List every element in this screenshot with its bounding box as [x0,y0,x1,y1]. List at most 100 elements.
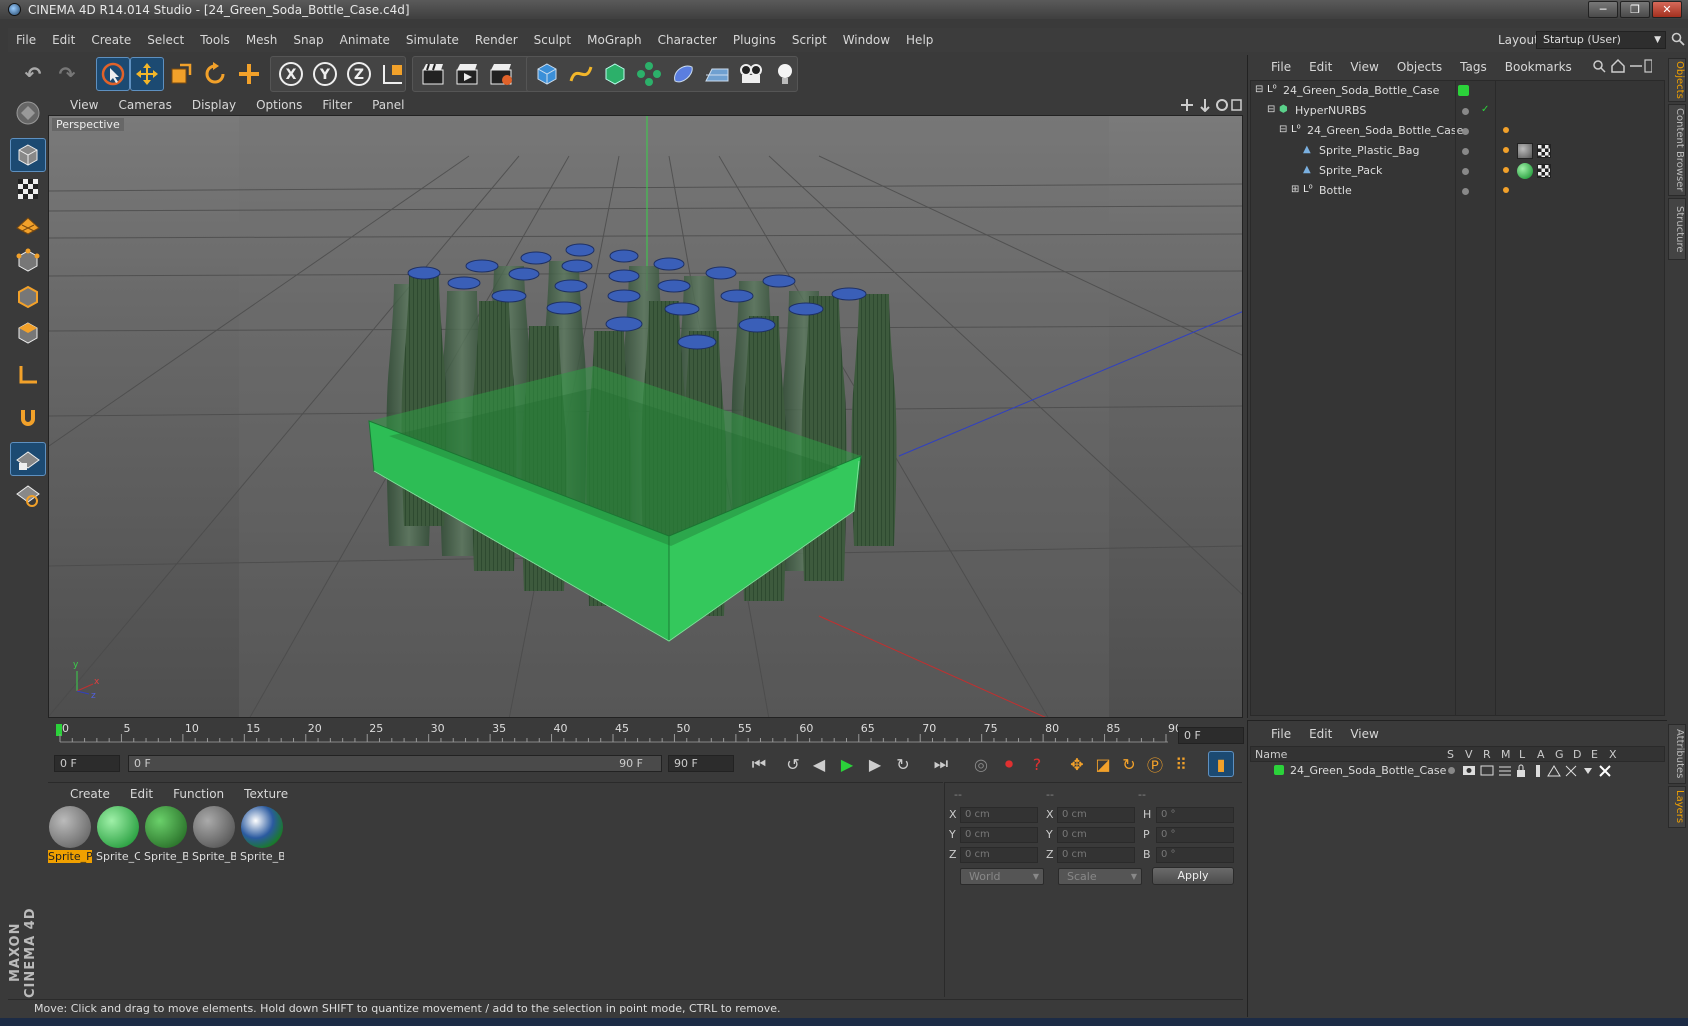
visibility-dot[interactable] [1462,148,1469,155]
position-y-field[interactable]: 0 cm [960,827,1038,843]
next-key-button[interactable]: ↻ [890,751,916,777]
menu-character[interactable]: Character [650,33,725,47]
layer-row[interactable]: 24_Green_Soda_Bottle_Case [1250,762,1665,780]
layer-col-solo[interactable]: S [1447,748,1454,761]
go-to-start-button[interactable]: ⏮ [746,751,772,777]
enabled-check-icon[interactable]: ✓ [1481,104,1489,115]
menu-create[interactable]: Create [83,33,139,47]
tab-content-browser[interactable]: Content Browser [1668,104,1686,196]
rotate-tool-button[interactable] [198,57,232,91]
tab-objects[interactable]: Objects [1668,58,1686,102]
menu-render[interactable]: Render [467,33,526,47]
size-z-field[interactable]: 0 cm [1057,847,1135,863]
viewport-menu-options[interactable]: Options [246,98,312,112]
rotation-b-field[interactable]: 0 ° [1156,847,1234,863]
key-position-button[interactable]: ✥ [1064,751,1090,777]
viewport-nav-icons[interactable] [1180,98,1242,112]
move-tool-button[interactable] [130,57,164,91]
visibility-dot[interactable] [1462,168,1469,175]
apply-button[interactable]: Apply [1152,867,1234,885]
scale-tool-button[interactable] [164,57,198,91]
edges-mode-button[interactable] [10,280,46,314]
locked-workplane-button[interactable] [10,442,46,476]
menu-select[interactable]: Select [139,33,192,47]
recent-tool-button[interactable] [232,57,266,91]
material-swatch[interactable]: Sprite_B [144,806,188,864]
frame-range-slider[interactable]: 0 F 90 F [128,755,662,772]
layer-col-deformers[interactable]: D [1573,748,1581,761]
tree-row[interactable]: ⊞ L⁰ Bottle [1251,181,1664,201]
coordinate-space-dropdown[interactable]: World ▼ [960,868,1044,885]
menu-help[interactable]: Help [898,33,941,47]
material-swatch[interactable]: Sprite_B [192,806,236,864]
menu-animate[interactable]: Animate [332,33,398,47]
current-frame-field[interactable]: 0 F [1178,727,1244,744]
phong-tag-icon[interactable] [1503,167,1509,173]
menu-edit[interactable]: Edit [44,33,83,47]
uvw-tag-icon[interactable] [1537,164,1551,178]
material-swatch[interactable]: Sprite_C [96,806,140,864]
size-x-field[interactable]: 0 cm [1057,807,1135,823]
end-frame-field[interactable]: 90 F [668,755,734,772]
phong-tag-icon[interactable] [1503,127,1509,133]
lm-menu-edit[interactable]: Edit [1300,727,1341,741]
phong-tag-icon[interactable] [1503,147,1509,153]
model-mode-button[interactable] [10,138,46,172]
points-mode-button[interactable] [10,244,46,278]
viewport-menu-filter[interactable]: Filter [312,98,362,112]
snap-button[interactable] [10,400,46,434]
layer-col-locked[interactable]: L [1519,748,1525,761]
tree-row[interactable]: ⊟ ⬢ HyperNURBS ✓ [1251,101,1664,121]
render-picture-viewer-button[interactable] [450,57,484,91]
start-frame-field[interactable]: 0 F [54,755,120,772]
object-tree[interactable]: ⊟ L⁰ 24_Green_Soda_Bottle_Case ⊟ ⬢ Hyper… [1250,80,1665,716]
tree-row[interactable]: ⊟ L⁰ 24_Green_Soda_Bottle_Case [1251,121,1664,141]
coordinate-system-button[interactable] [376,57,410,91]
phong-tag-icon[interactable] [1503,187,1509,193]
layer-toggle-icons[interactable] [1462,764,1632,778]
om-menu-bookmarks[interactable]: Bookmarks [1496,60,1581,74]
layer-col-render[interactable]: R [1483,748,1491,761]
layer-col-expressions[interactable]: E [1591,748,1598,761]
material-menu-edit[interactable]: Edit [120,787,163,801]
workplane-button[interactable] [10,206,46,240]
visibility-dot[interactable] [1462,128,1469,135]
menu-window[interactable]: Window [835,33,898,47]
uvw-tag-icon[interactable] [1537,144,1551,158]
minimize-button[interactable]: ─ [1588,1,1618,18]
render-view-button[interactable] [416,57,450,91]
live-selection-button[interactable] [96,57,130,91]
spline-button[interactable] [564,57,598,91]
visibility-dot[interactable] [1462,188,1469,195]
key-scale-button[interactable]: ◪ [1090,751,1116,777]
expand-icon[interactable]: ⊞ [1291,184,1299,195]
previous-frame-button[interactable]: ◀ [806,751,832,777]
layer-solo-toggle[interactable] [1448,767,1455,774]
tab-layers[interactable]: Layers [1668,786,1686,828]
om-menu-objects[interactable]: Objects [1388,60,1451,74]
layout-dropdown[interactable]: Startup (User) ▼ [1536,31,1666,49]
search-icon[interactable] [1671,32,1685,46]
render-settings-button[interactable] [484,57,518,91]
viewport-menu-view[interactable]: View [60,98,108,112]
object-manager-nav-icons[interactable] [1592,58,1652,74]
rotation-p-field[interactable]: 0 ° [1156,827,1234,843]
z-axis-lock-button[interactable]: Z [342,57,376,91]
layer-col-generators[interactable]: G [1555,748,1564,761]
key-pla-button[interactable]: ⠿ [1168,751,1194,777]
x-axis-lock-button[interactable]: X [274,57,308,91]
material-menu-function[interactable]: Function [163,787,234,801]
close-button[interactable]: ✕ [1652,1,1682,18]
menu-sculpt[interactable]: Sculpt [526,33,579,47]
tree-row[interactable]: ⊟ L⁰ 24_Green_Soda_Bottle_Case [1251,81,1664,101]
restore-button[interactable]: ❐ [1620,1,1650,18]
tree-row[interactable]: ▲ Sprite_Plastic_Bag [1251,141,1664,161]
layer-color-swatch[interactable] [1274,765,1284,775]
menu-file[interactable]: File [8,33,44,47]
lm-menu-file[interactable]: File [1262,727,1300,741]
next-frame-button[interactable]: ▶ [862,751,888,777]
material-swatch[interactable]: Sprite_P [48,806,92,864]
om-menu-tags[interactable]: Tags [1451,60,1496,74]
position-z-field[interactable]: 0 cm [960,847,1038,863]
menu-tools[interactable]: Tools [192,33,238,47]
